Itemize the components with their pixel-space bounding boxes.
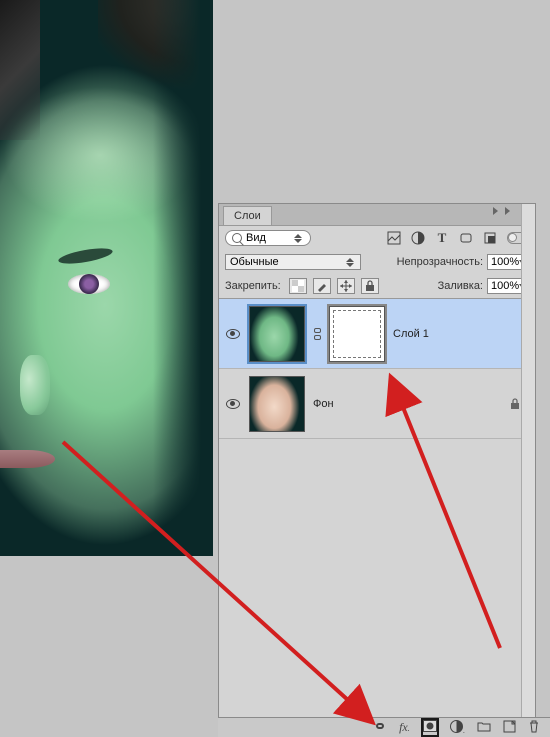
lock-label: Закрепить: — [225, 280, 281, 292]
image-detail — [20, 355, 50, 415]
layer-thumbnail[interactable] — [249, 376, 305, 432]
delete-layer-icon[interactable] — [528, 720, 540, 736]
collapse-icon[interactable] — [505, 207, 513, 215]
collapse-icon[interactable] — [493, 207, 501, 215]
image-eye — [68, 274, 110, 294]
filter-shape-icon[interactable] — [459, 231, 473, 245]
tab-layers[interactable]: Слои — [223, 206, 272, 225]
filter-pixel-icon[interactable] — [387, 231, 401, 245]
layer-mask-thumbnail[interactable] — [329, 306, 385, 362]
new-layer-icon[interactable] — [503, 720, 516, 736]
image-hair — [0, 0, 40, 140]
filter-row: Вид T — [219, 226, 535, 250]
new-adjustment-icon[interactable]: . — [450, 720, 465, 736]
visibility-toggle[interactable] — [225, 396, 241, 412]
lock-all-icon[interactable] — [361, 278, 379, 294]
filter-smart-icon[interactable] — [483, 231, 497, 245]
opacity-value: 100% — [491, 256, 519, 268]
layer-filter-dropdown[interactable]: Вид — [225, 230, 311, 246]
fx-icon[interactable]: fx. — [399, 720, 410, 735]
blend-mode-select[interactable]: Обычные — [225, 254, 361, 270]
layer-name[interactable]: Фон — [313, 398, 334, 410]
search-icon — [232, 233, 242, 243]
eye-icon — [226, 399, 240, 409]
image-detail — [0, 450, 55, 468]
fill-label: Заливка: — [438, 280, 483, 292]
layer-list: Слой 1 Фон — [219, 299, 535, 736]
add-mask-icon[interactable] — [422, 719, 438, 736]
lock-transparency-icon[interactable] — [289, 278, 307, 294]
eye-icon — [226, 329, 240, 339]
mask-link-icon[interactable] — [313, 328, 321, 340]
blend-mode-value: Обычные — [230, 256, 279, 268]
document-canvas[interactable] — [0, 0, 213, 556]
opacity-label: Непрозрачность: — [397, 256, 483, 268]
lock-position-icon[interactable] — [337, 278, 355, 294]
link-layers-icon[interactable] — [373, 720, 387, 735]
visibility-toggle[interactable] — [225, 326, 241, 342]
layer-name[interactable]: Слой 1 — [393, 328, 429, 340]
layers-bottom-toolbar: fx. . — [218, 717, 550, 737]
panel-tab-bar: Слои — [219, 204, 535, 226]
filter-type-icon[interactable]: T — [435, 231, 449, 245]
layer-row[interactable]: Фон — [219, 369, 535, 439]
layer-thumbnail[interactable] — [249, 306, 305, 362]
layers-panel: Слои Вид T Обычные Непрозрачность: — [218, 203, 536, 737]
blend-row: Обычные Непрозрачность: 100% — [219, 250, 535, 274]
filter-label: Вид — [246, 232, 266, 244]
lock-pixels-icon[interactable] — [313, 278, 331, 294]
image-shadow — [153, 0, 213, 556]
layer-row[interactable]: Слой 1 — [219, 299, 535, 369]
panel-scrollbar[interactable] — [521, 204, 535, 736]
lock-row: Закрепить: Заливка: 100% — [219, 274, 535, 299]
lock-icon — [509, 398, 521, 410]
new-group-icon[interactable] — [477, 720, 491, 735]
fill-value: 100% — [491, 280, 519, 292]
filter-adjust-icon[interactable] — [411, 231, 425, 245]
